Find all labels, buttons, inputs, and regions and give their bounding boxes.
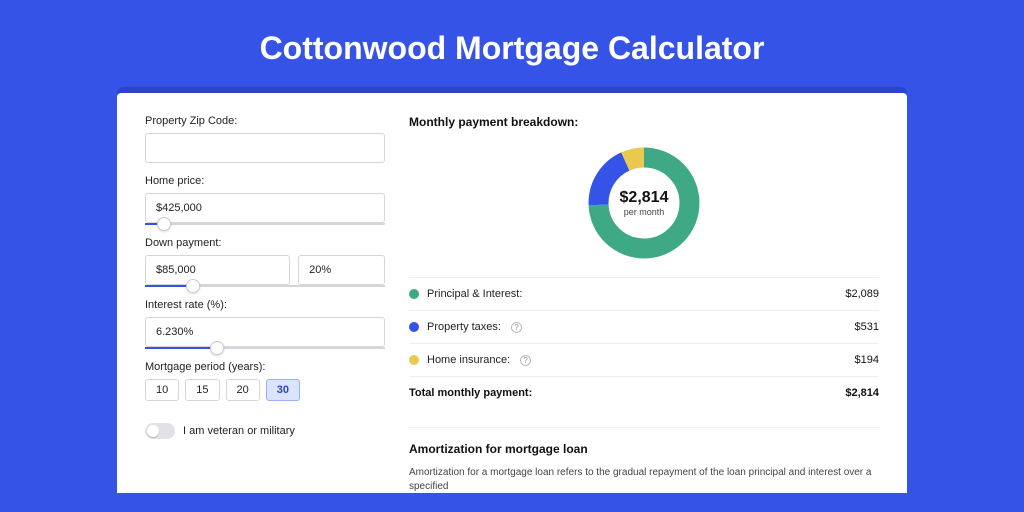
donut-chart: $2,814 per month [584, 143, 704, 263]
breakdown-title: Monthly payment breakdown: [409, 115, 879, 129]
zip-input[interactable] [145, 133, 385, 163]
zip-label: Property Zip Code: [145, 115, 385, 127]
period-30-button[interactable]: 30 [266, 379, 300, 401]
interest-rate-slider[interactable] [145, 347, 385, 349]
legend-label: Home insurance: [427, 354, 510, 366]
legend-row-taxes: Property taxes: ? $531 [409, 310, 879, 343]
legend-row-principal: Principal & Interest: $2,089 [409, 277, 879, 310]
dot-icon [409, 355, 419, 365]
legend-value: $2,089 [845, 288, 879, 300]
amortization-text: Amortization for a mortgage loan refers … [409, 466, 879, 493]
slider-thumb[interactable] [210, 341, 224, 355]
amortization-title: Amortization for mortgage loan [409, 427, 879, 456]
down-payment-input[interactable] [145, 255, 290, 285]
total-label: Total monthly payment: [409, 387, 532, 399]
legend-value: $194 [855, 354, 879, 366]
slider-thumb[interactable] [157, 217, 171, 231]
down-payment-slider[interactable] [145, 285, 385, 287]
period-20-button[interactable]: 20 [226, 379, 260, 401]
page-title: Cottonwood Mortgage Calculator [0, 0, 1024, 87]
dot-icon [409, 289, 419, 299]
total-row: Total monthly payment: $2,814 [409, 376, 879, 409]
down-payment-percent-input[interactable] [298, 255, 385, 285]
donut-sub-label: per month [624, 207, 665, 217]
donut-amount: $2,814 [620, 189, 669, 207]
info-icon[interactable]: ? [520, 355, 531, 366]
veteran-toggle[interactable] [145, 423, 175, 439]
home-price-input[interactable] [145, 193, 385, 223]
slider-fill [145, 347, 217, 349]
card-shadow: Property Zip Code: Home price: Down paym… [117, 87, 907, 493]
toggle-knob [147, 425, 159, 437]
interest-rate-label: Interest rate (%): [145, 299, 385, 311]
down-payment-label: Down payment: [145, 237, 385, 249]
info-icon[interactable]: ? [511, 322, 522, 333]
home-price-slider[interactable] [145, 223, 385, 225]
breakdown-column: Monthly payment breakdown: $2,814 per mo… [409, 115, 879, 493]
legend-label: Property taxes: [427, 321, 501, 333]
period-10-button[interactable]: 10 [145, 379, 179, 401]
total-value: $2,814 [845, 387, 879, 399]
mortgage-period-label: Mortgage period (years): [145, 361, 385, 373]
slider-thumb[interactable] [186, 279, 200, 293]
legend-label: Principal & Interest: [427, 288, 522, 300]
mortgage-period-group: 10 15 20 30 [145, 379, 385, 401]
home-price-label: Home price: [145, 175, 385, 187]
calculator-card: Property Zip Code: Home price: Down paym… [117, 93, 907, 493]
veteran-toggle-label: I am veteran or military [183, 425, 295, 437]
donut-center: $2,814 per month [584, 143, 704, 263]
form-column: Property Zip Code: Home price: Down paym… [145, 115, 385, 493]
legend-value: $531 [855, 321, 879, 333]
dot-icon [409, 322, 419, 332]
interest-rate-input[interactable] [145, 317, 385, 347]
period-15-button[interactable]: 15 [185, 379, 219, 401]
legend-row-insurance: Home insurance: ? $194 [409, 343, 879, 376]
donut-chart-wrap: $2,814 per month [409, 137, 879, 277]
